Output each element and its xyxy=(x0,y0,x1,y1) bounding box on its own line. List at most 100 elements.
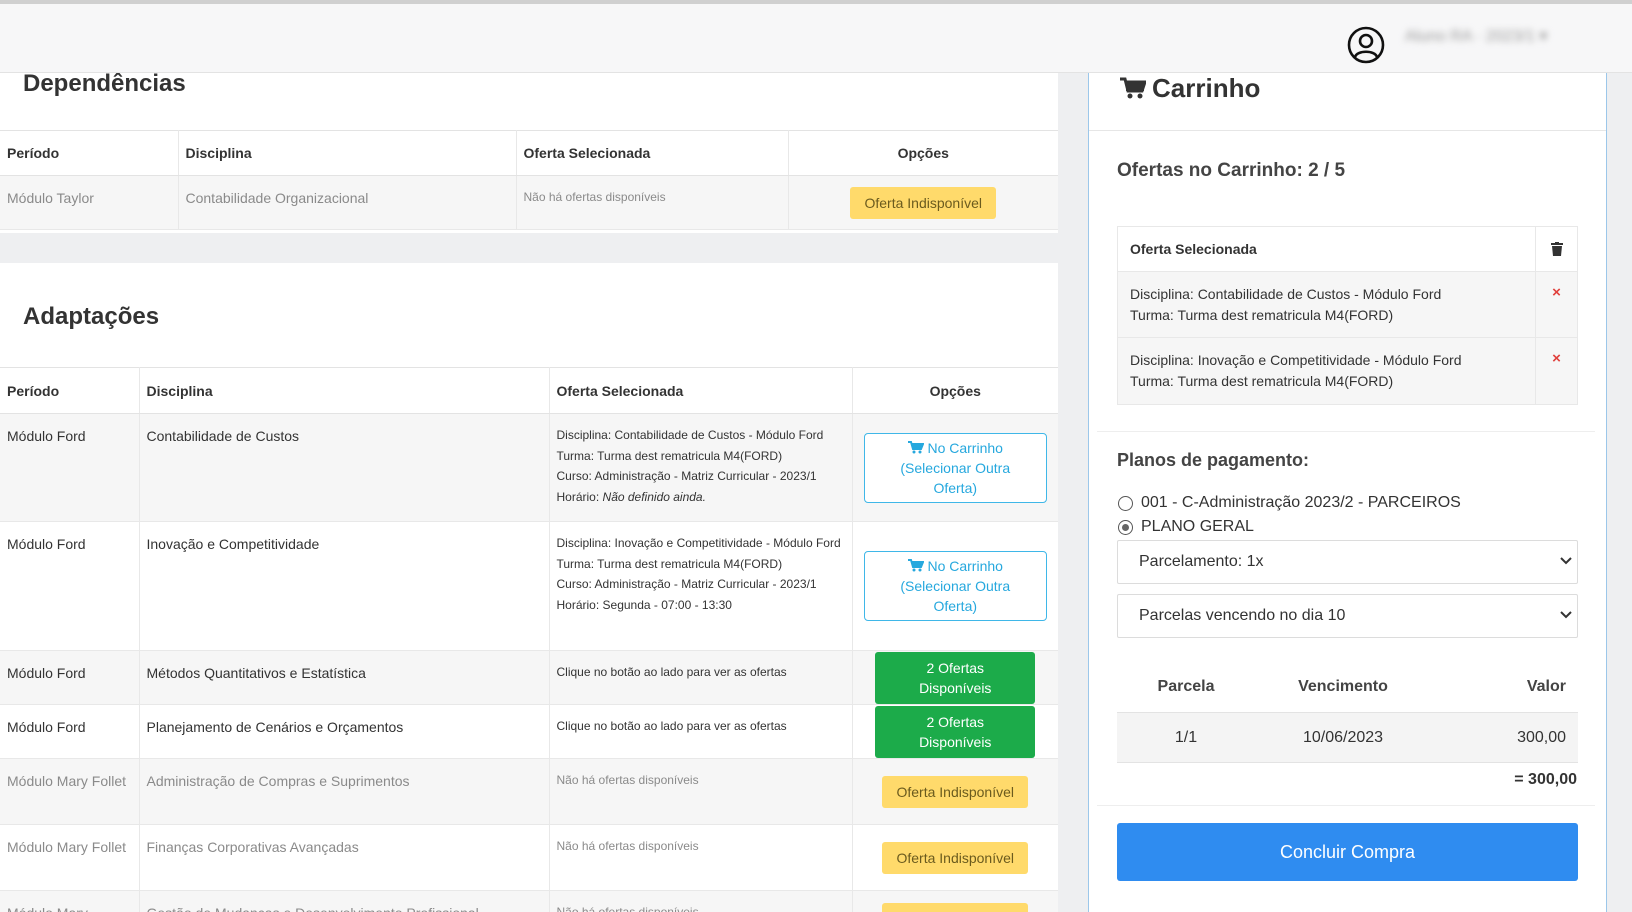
cell-periodo: Módulo Mary Follet xyxy=(0,824,140,891)
col-periodo: Período xyxy=(0,130,179,176)
parcelamento-select[interactable]: Parcelamento: 1x xyxy=(1117,540,1578,584)
parcel-row: 1/1 10/06/2023 300,00 xyxy=(1117,713,1578,763)
col-periodo: Período xyxy=(0,367,140,414)
col-opcoes: Opções xyxy=(788,130,1058,176)
oferta-indisponivel-button[interactable]: Oferta Indisponível xyxy=(882,841,1028,874)
table-row: Módulo Mary Follet Administração de Comp… xyxy=(0,758,1058,825)
remove-item-button[interactable]: × xyxy=(1535,272,1577,337)
cart-item: Disciplina: Inovação e Competitividade -… xyxy=(1118,338,1577,404)
close-icon: × xyxy=(1552,350,1561,367)
col-oferta: Oferta Selecionada xyxy=(516,130,789,176)
vencimento-value: Parcelas vencendo no dia 10 xyxy=(1139,607,1346,624)
plan-label: 001 - C-Administração 2023/2 - PARCEIROS xyxy=(1141,494,1461,511)
oferta-indisponivel-button[interactable]: Oferta Indisponível xyxy=(850,186,996,219)
cart-table-header: Oferta Selecionada xyxy=(1118,227,1577,272)
table-row: Módulo Ford Métodos Quantitativos e Esta… xyxy=(0,650,1058,705)
adaptacoes-table: Período Disciplina Oferta Selecionada Op… xyxy=(0,367,1058,912)
cart-header-label: Oferta Selecionada xyxy=(1130,241,1257,257)
horario-value: Segunda - 07:00 - 13:30 xyxy=(602,597,732,612)
col-vencimento: Vencimento xyxy=(1298,678,1388,695)
clear-cart-button[interactable] xyxy=(1535,227,1577,271)
cart-title-text: Carrinho xyxy=(1152,73,1261,103)
table-row: Módulo Ford Planejamento de Cenários e O… xyxy=(0,704,1058,759)
cell-vencimento: 10/06/2023 xyxy=(1302,728,1384,746)
col-parcela: Parcela xyxy=(1157,678,1215,695)
no-carrinho-button[interactable]: No Carrinho (Selecionar Outra Oferta) xyxy=(863,551,1047,621)
divider xyxy=(1089,130,1606,131)
parcel-table-header: Parcela Vencimento Valor xyxy=(1117,662,1578,713)
parcelamento-value: Parcelamento: 1x xyxy=(1139,553,1264,570)
cell-disciplina: Gestão de Mudanças e Desenvolvimento Pro… xyxy=(139,890,550,912)
plan-radio[interactable] xyxy=(1118,495,1133,511)
ofertas-disponiveis-button[interactable]: 2 Ofertas Disponíveis xyxy=(875,705,1036,758)
trash-icon xyxy=(1550,242,1563,256)
cell-disciplina: Inovação e Competitividade xyxy=(139,521,550,651)
cart-table: Oferta Selecionada Disciplina: Contabili… xyxy=(1117,226,1578,405)
adaptacoes-title: Adaptações xyxy=(23,303,160,330)
table-row: Módulo Ford Inovação e Competitividade D… xyxy=(0,521,1058,651)
chevron-down-icon xyxy=(1560,557,1572,565)
payment-section: Planos de pagamento: 001 - C-Administraç… xyxy=(1097,431,1595,806)
left-panel: Dependências Período Disciplina Oferta S… xyxy=(0,70,1058,912)
cart-panel: Carrinho Ofertas no Carrinho: 2 / 5 Ofer… xyxy=(1088,73,1607,912)
table-row: Módulo Taylor Contabilidade Organizacion… xyxy=(0,175,1058,230)
oferta-indisponivel-button[interactable]: Oferta Indisponível xyxy=(882,903,1028,912)
vencimento-select[interactable]: Parcelas vencendo no dia 10 xyxy=(1117,594,1578,638)
no-carrinho-button[interactable]: No Carrinho (Selecionar Outra Oferta) xyxy=(863,432,1047,503)
cart-item: Disciplina: Contabilidade de Custos - Mó… xyxy=(1118,272,1577,338)
oferta-line: Turma: Turma dest rematricula M4(FORD) xyxy=(556,448,783,463)
cart-item-turma: Turma: Turma dest rematricula M4(FORD) xyxy=(1130,307,1394,323)
cell-disciplina: Administração de Compras e Suprimentos xyxy=(139,758,550,825)
no-carrinho-label: No Carrinho xyxy=(927,558,1003,574)
cell-opcoes: No Carrinho (Selecionar Outra Oferta) xyxy=(852,413,1058,522)
plan-option[interactable]: PLANO GERAL xyxy=(1118,518,1254,536)
cart-item-text: Disciplina: Inovação e Competitividade -… xyxy=(1118,338,1535,404)
cell-oferta: Disciplina: Inovação e Competitividade -… xyxy=(549,521,853,651)
user-name[interactable]: Aluno RA · 2023/1 ▾ xyxy=(1405,26,1565,45)
remove-item-button[interactable]: × xyxy=(1535,338,1577,404)
chevron-down-icon xyxy=(1560,611,1572,619)
concluir-compra-button[interactable]: Concluir Compra xyxy=(1117,823,1578,881)
cell-disciplina: Contabilidade Organizacional xyxy=(178,175,517,230)
cell-periodo: Módulo Ford xyxy=(0,521,140,651)
cell-periodo: Módulo Ford xyxy=(0,650,140,705)
col-disciplina: Disciplina xyxy=(178,130,517,176)
cell-periodo: Módulo Ford xyxy=(0,413,140,522)
close-icon: × xyxy=(1552,284,1561,301)
no-carrinho-label: No Carrinho xyxy=(927,439,1003,456)
oferta-indisponivel-button[interactable]: Oferta Indisponível xyxy=(882,775,1028,808)
plan-option[interactable]: 001 - C-Administração 2023/2 - PARCEIROS xyxy=(1118,494,1461,512)
table-row: Módulo Mary Gestão de Mudanças e Desenvo… xyxy=(0,890,1058,912)
cell-disciplina: Métodos Quantitativos e Estatística xyxy=(139,650,550,705)
user-avatar-icon[interactable] xyxy=(1347,26,1385,64)
cart-icon xyxy=(907,559,924,572)
cart-title: Carrinho xyxy=(1120,73,1260,104)
parcel-table: Parcela Vencimento Valor 1/1 10/06/2023 … xyxy=(1117,662,1578,763)
dependencias-title: Dependências xyxy=(23,70,186,97)
dependencias-card: Dependências Período Disciplina Oferta S… xyxy=(0,70,1058,233)
oferta-line: Curso: Administração - Matriz Curricular… xyxy=(556,469,817,483)
selecionar-outra-label: (Selecionar Outra Oferta) xyxy=(900,459,1011,496)
cart-item-text: Disciplina: Contabilidade de Custos - Mó… xyxy=(1118,272,1535,337)
cell-parcela: 1/1 xyxy=(1174,728,1198,746)
cell-oferta: Não há ofertas disponíveis xyxy=(549,758,853,825)
cart-item-disciplina: Disciplina: Inovação e Competitividade -… xyxy=(1130,352,1462,368)
cell-opcoes: 2 Ofertas Disponíveis xyxy=(852,704,1058,759)
oferta-horario: Horário: Não definido ainda. xyxy=(557,487,845,508)
cell-disciplina: Planejamento de Cenários e Orçamentos xyxy=(139,704,550,759)
top-bar: Aluno RA · 2023/1 ▾ xyxy=(0,0,1632,73)
cell-periodo: Módulo Taylor xyxy=(0,175,179,230)
ofertas-disponiveis-button[interactable]: 2 Ofertas Disponíveis xyxy=(875,651,1036,704)
cell-periodo: Módulo Ford xyxy=(0,704,140,759)
oferta-line: Disciplina: Inovação e Competitividade -… xyxy=(556,536,841,550)
cell-valor: 300,00 xyxy=(1517,728,1566,746)
col-oferta: Oferta Selecionada xyxy=(549,367,853,414)
oferta-line: Curso: Administração - Matriz Curricular… xyxy=(556,577,817,591)
plan-radio[interactable] xyxy=(1118,519,1133,535)
cart-item-turma: Turma: Turma dest rematricula M4(FORD) xyxy=(1130,373,1394,389)
cell-oferta: Não há ofertas disponíveis xyxy=(516,175,789,230)
cart-item-disciplina: Disciplina: Contabilidade de Custos - Mó… xyxy=(1130,286,1442,302)
cell-opcoes: No Carrinho (Selecionar Outra Oferta) xyxy=(852,521,1058,651)
oferta-line: Turma: Turma dest rematricula M4(FORD) xyxy=(556,556,783,571)
table-row: Módulo Ford Contabilidade de Custos Disc… xyxy=(0,413,1058,522)
